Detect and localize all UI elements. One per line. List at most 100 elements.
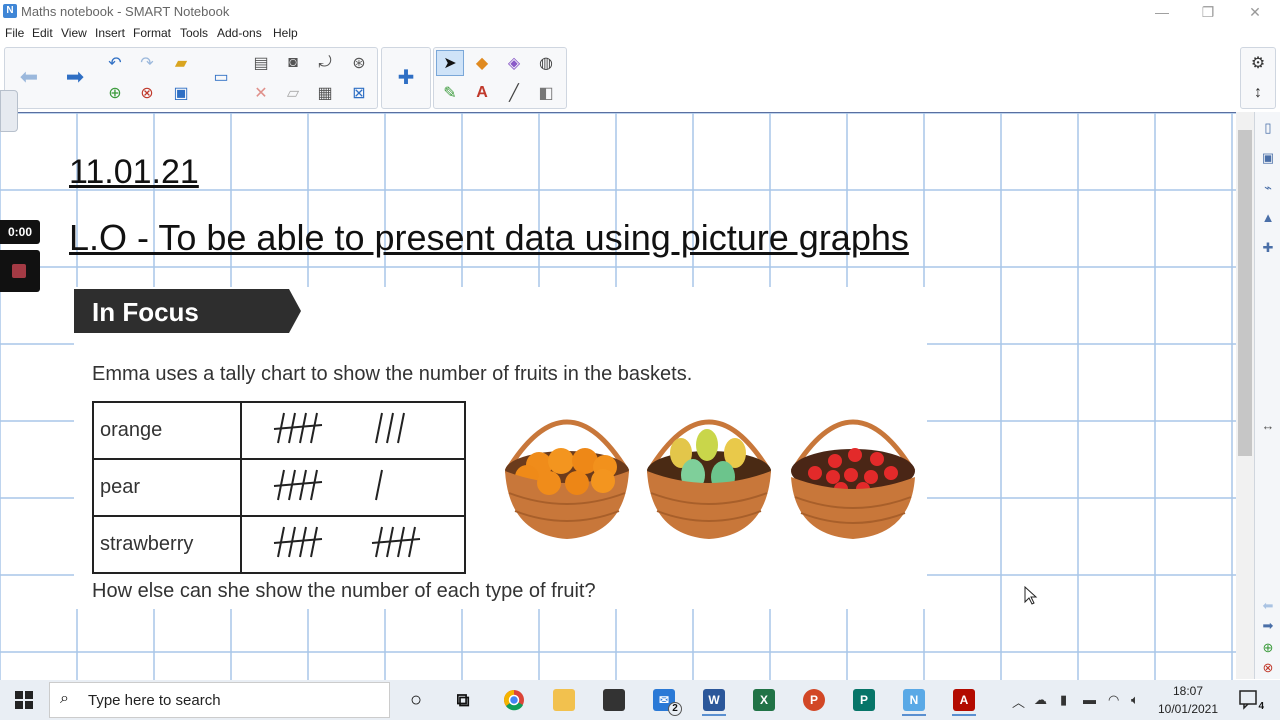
add-ons-puzzle-icon[interactable]: ✚ — [392, 64, 420, 90]
start-button[interactable] — [0, 680, 48, 720]
powerpoint-app[interactable]: P — [798, 684, 830, 716]
resize-arrows-icon[interactable]: ↔ — [1258, 416, 1278, 436]
delete-page-small-icon[interactable]: ⊗ — [1258, 658, 1278, 678]
tally-marks-pear — [240, 458, 466, 517]
menu-view[interactable]: View — [61, 26, 87, 40]
title-bar: N Maths notebook - SMART Notebook — ❐ ✕ — [0, 0, 1280, 24]
wifi-icon[interactable]: ◠ — [1108, 692, 1119, 708]
open-folder-icon[interactable]: ▰ — [167, 50, 195, 76]
previous-page-arrow-icon[interactable]: ⬅ — [15, 64, 43, 90]
tally-stroke — [397, 526, 405, 558]
fruit-label-strawberry: strawberry — [92, 515, 242, 574]
cortana-icon[interactable]: ○ — [400, 684, 432, 716]
microphone-icon[interactable]: ▮ — [1060, 692, 1067, 708]
select-pointer-icon[interactable]: ➤ — [436, 50, 464, 76]
tally-marks-orange — [240, 401, 466, 460]
table-icon[interactable]: ▦ — [311, 80, 339, 106]
in-focus-slide-image[interactable]: In Focus Emma uses a tally chart to show… — [74, 287, 927, 609]
delete-page-icon[interactable]: ⊗ — [133, 80, 161, 106]
pens-icon[interactable]: ✎ — [436, 80, 464, 106]
show-hidden-icons-chevron-icon[interactable]: ︿ — [1012, 692, 1025, 711]
eraser-icon[interactable]: ◧ — [532, 80, 560, 106]
line-icon[interactable]: ╱ — [500, 80, 528, 106]
smart-notebook-app[interactable]: N — [898, 684, 930, 716]
chrome-icon — [504, 690, 524, 711]
taskbar-search-box[interactable]: ⌕ Type here to search — [49, 682, 390, 718]
search-icon: ⌕ — [60, 690, 69, 707]
orange-basket-icon — [504, 419, 630, 539]
folder-icon — [553, 689, 575, 711]
add-ons-tab-icon[interactable]: ✚ — [1258, 238, 1278, 258]
display-screen-icon[interactable]: ▭ — [207, 64, 235, 90]
excel-app[interactable]: X — [748, 684, 780, 716]
menu-add-ons[interactable]: Add-ons — [217, 26, 262, 40]
text-icon[interactable]: A — [468, 80, 496, 106]
notebook-page[interactable]: 11.01.21 L.O - To be able to present dat… — [0, 112, 1236, 680]
banner-arrow-tip — [289, 289, 301, 333]
menu-file[interactable]: File — [5, 26, 24, 40]
previous-page-small-icon[interactable]: ⬅ — [1258, 596, 1278, 616]
page-date[interactable]: 11.01.21 — [69, 153, 199, 192]
side-panel-handle[interactable] — [0, 90, 18, 132]
pear-basket-icon — [646, 419, 772, 539]
notification-badge: 4 — [1258, 701, 1264, 712]
close-button[interactable]: ✕ — [1241, 2, 1269, 22]
web-browser-icon[interactable]: ⊛ — [345, 50, 373, 76]
redo-icon[interactable]: ↷ — [133, 50, 161, 76]
acrobat-app[interactable]: A — [948, 684, 980, 716]
gear-icon[interactable]: ⚙ — [1244, 50, 1272, 76]
tally-stroke — [375, 412, 383, 444]
add-page-small-icon[interactable]: ⊕ — [1258, 638, 1278, 658]
mail-app[interactable]: ✉ 2 — [648, 684, 682, 716]
tools-toolbar-group: ➤ ◆ ◈ ◍ ✎ A ╱ ◧ — [433, 47, 567, 109]
running-indicator — [702, 714, 726, 716]
scrollbar-thumb[interactable] — [1238, 130, 1252, 456]
gallery-icon[interactable]: ▣ — [1258, 148, 1278, 168]
next-page-arrow-icon[interactable]: ➡ — [61, 64, 89, 90]
table-row: orange — [92, 401, 466, 460]
menu-help[interactable]: Help — [273, 26, 298, 40]
paste-icon[interactable]: ▤ — [247, 50, 275, 76]
word-app[interactable]: W — [698, 684, 730, 716]
add-page-icon[interactable]: ⊕ — [101, 80, 129, 106]
page-sorter-icon[interactable]: ▯ — [1258, 118, 1278, 138]
shapes-icon[interactable]: ◆ — [468, 50, 496, 76]
menu-tools[interactable]: Tools — [180, 26, 208, 40]
fruit-label-orange: orange — [92, 401, 242, 460]
restore-button[interactable]: ❐ — [1194, 2, 1222, 22]
volume-icon[interactable]: 🔈︎ — [1131, 692, 1139, 708]
notifications-icon[interactable]: 4 — [1238, 688, 1264, 712]
file-explorer-app[interactable] — [548, 684, 580, 716]
attachments-icon[interactable]: ⌁ — [1258, 178, 1278, 198]
toolbar-position-icon[interactable]: ↕ — [1244, 80, 1272, 106]
screen-shade-icon[interactable]: ▱ — [279, 80, 307, 106]
learning-objective[interactable]: L.O - To be able to present data using p… — [69, 217, 909, 259]
clock-time: 18:07 — [1172, 684, 1204, 698]
running-indicator — [902, 714, 926, 716]
menu-format[interactable]: Format — [133, 26, 171, 40]
screen-capture-icon[interactable]: ◙ — [279, 50, 307, 76]
fit-screen-icon[interactable]: ⊠ — [345, 80, 373, 106]
onedrive-cloud-icon[interactable]: ☁ — [1034, 692, 1047, 708]
undo-icon[interactable]: ↶ — [101, 50, 129, 76]
taskbar-clock[interactable]: 18:07 10/01/2021 — [1148, 682, 1228, 718]
battery-icon[interactable]: ▬ — [1083, 692, 1096, 707]
properties-icon[interactable]: ▲ — [1258, 208, 1278, 228]
task-view-icon[interactable]: ⧉ — [447, 684, 479, 716]
menu-edit[interactable]: Edit — [32, 26, 53, 40]
store-app[interactable] — [598, 684, 630, 716]
magic-pen-icon[interactable]: ◈ — [500, 50, 528, 76]
document-camera-icon[interactable]: ⤾ — [311, 50, 339, 76]
delete-icon[interactable]: ✕ — [247, 80, 275, 106]
menu-insert[interactable]: Insert — [95, 26, 125, 40]
fruit-baskets-image — [504, 419, 916, 539]
strawberry-basket-icon — [790, 419, 916, 539]
fill-icon[interactable]: ◍ — [532, 50, 560, 76]
notebook-app-icon: N — [3, 4, 17, 18]
save-icon[interactable]: ▣ — [167, 80, 195, 106]
next-page-small-icon[interactable]: ➡ — [1258, 616, 1278, 636]
chrome-app[interactable] — [498, 684, 530, 716]
publisher-app[interactable]: P — [848, 684, 880, 716]
record-stop-icon[interactable] — [12, 264, 26, 278]
minimize-button[interactable]: — — [1148, 2, 1176, 22]
